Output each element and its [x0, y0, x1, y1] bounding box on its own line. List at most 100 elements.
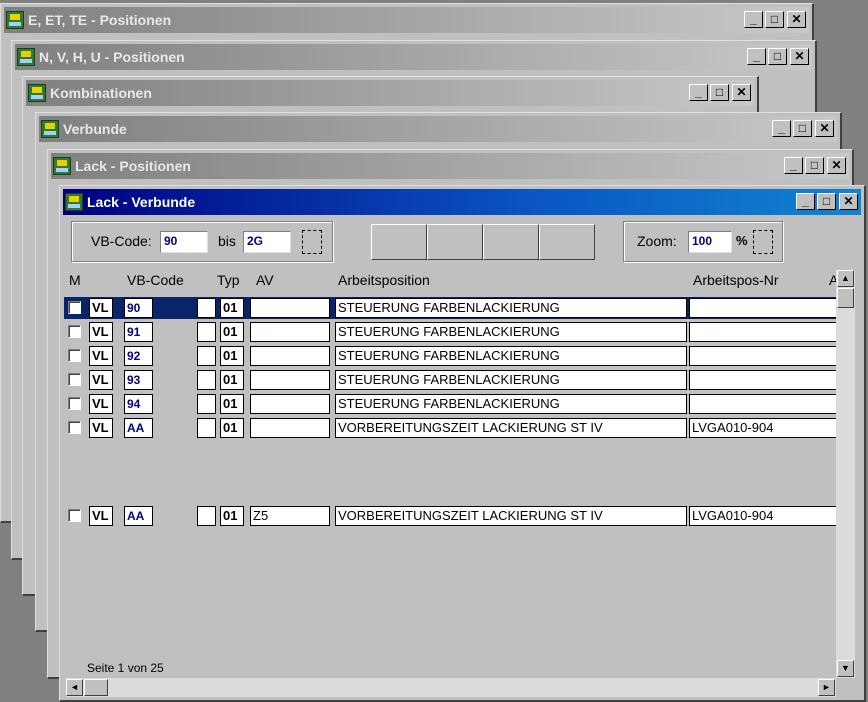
minimize-button[interactable]: _ — [747, 48, 766, 65]
close-button[interactable]: ✕ — [815, 120, 834, 137]
title-bar[interactable]: E, ET, TE - Positionen _ □ ✕ — [4, 7, 809, 33]
cell-av[interactable]: Z5 — [250, 506, 330, 526]
app-icon — [41, 120, 59, 138]
cell-prefix[interactable]: VL — [89, 322, 113, 342]
cell-arbeitsposition[interactable]: STEUERUNG FARBENLACKIERUNG — [335, 394, 687, 414]
cell-prefix[interactable]: VL — [89, 506, 113, 526]
cell-typ[interactable]: 01 — [220, 346, 244, 366]
cell-av[interactable] — [250, 346, 330, 366]
cell-arbeitsposition[interactable]: VORBEREITUNGSZEIT LACKIERUNG ST IV — [335, 506, 687, 526]
cell-typ[interactable]: 01 — [220, 370, 244, 390]
horizontal-scrollbar[interactable]: ◄ ► — [66, 678, 836, 697]
close-button[interactable]: ✕ — [790, 48, 809, 65]
cell-arbeitsposition[interactable]: STEUERUNG FARBENLACKIERUNG — [335, 370, 687, 390]
cell-vb-code[interactable]: 94 — [124, 394, 153, 414]
cell-typ[interactable]: 01 — [220, 506, 244, 526]
cell-arbeitspos-nr[interactable] — [689, 394, 839, 414]
cell-prefix[interactable]: VL — [89, 298, 113, 318]
cell-blank[interactable] — [197, 346, 216, 366]
cell-vb-code[interactable]: AA — [124, 506, 153, 526]
cell-arbeitspos-nr[interactable]: LVGA010-904 — [689, 506, 839, 526]
close-button[interactable]: ✕ — [732, 84, 751, 101]
row-checkbox[interactable] — [68, 397, 81, 410]
maximize-button[interactable]: □ — [793, 120, 812, 137]
cell-vb-code[interactable]: 91 — [124, 322, 153, 342]
row-checkbox[interactable] — [68, 509, 81, 522]
cell-arbeitsposition[interactable]: STEUERUNG FARBENLACKIERUNG — [335, 298, 687, 318]
scroll-right-button[interactable]: ► — [818, 679, 835, 696]
toolbar-button-1[interactable] — [371, 224, 427, 260]
cell-blank[interactable] — [197, 298, 216, 318]
col-header-vb-code: VB-Code — [127, 272, 184, 288]
cell-typ[interactable]: 01 — [220, 298, 244, 318]
maximize-button[interactable]: □ — [768, 48, 787, 65]
minimize-button[interactable]: _ — [772, 120, 791, 137]
toolbar-button-3[interactable] — [483, 224, 539, 260]
cell-typ[interactable]: 01 — [220, 322, 244, 342]
cell-blank[interactable] — [197, 506, 216, 526]
row-checkbox[interactable] — [68, 373, 81, 386]
cell-av[interactable] — [250, 298, 330, 318]
maximize-button[interactable]: □ — [817, 193, 836, 210]
scroll-down-button[interactable]: ▼ — [837, 660, 854, 677]
row-checkbox[interactable] — [68, 349, 81, 362]
minimize-button[interactable]: _ — [689, 84, 708, 101]
title-bar[interactable]: Kombinationen _ □ ✕ — [26, 80, 754, 106]
minimize-button[interactable]: _ — [744, 11, 763, 28]
vb-code-to-input[interactable]: 2G — [243, 231, 291, 253]
cell-blank[interactable] — [197, 370, 216, 390]
row-checkbox[interactable] — [68, 421, 81, 434]
cell-arbeitsposition[interactable]: STEUERUNG FARBENLACKIERUNG — [335, 346, 687, 366]
cell-av[interactable] — [250, 418, 330, 438]
toolbar-button-2[interactable] — [427, 224, 483, 260]
cell-blank[interactable] — [197, 394, 216, 414]
close-button[interactable]: ✕ — [787, 11, 806, 28]
cell-av[interactable] — [250, 394, 330, 414]
cell-arbeitsposition[interactable]: STEUERUNG FARBENLACKIERUNG — [335, 322, 687, 342]
cell-arbeitspos-nr[interactable] — [689, 370, 839, 390]
row-checkbox[interactable] — [68, 301, 81, 314]
cell-av[interactable] — [250, 370, 330, 390]
cell-vb-code[interactable]: 93 — [124, 370, 153, 390]
cell-prefix[interactable]: VL — [89, 370, 113, 390]
cell-arbeitspos-nr[interactable] — [689, 298, 839, 318]
cell-vb-code[interactable]: 90 — [124, 298, 153, 318]
cell-typ[interactable]: 01 — [220, 394, 244, 414]
cell-vb-code[interactable]: 92 — [124, 346, 153, 366]
cell-av[interactable] — [250, 322, 330, 342]
cell-vb-code[interactable]: AA — [124, 418, 153, 438]
title-bar[interactable]: N, V, H, U - Positionen _ □ ✕ — [15, 44, 812, 70]
maximize-button[interactable]: □ — [805, 157, 824, 174]
cell-arbeitsposition[interactable]: VORBEREITUNGSZEIT LACKIERUNG ST IV — [335, 418, 687, 438]
scroll-thumb-h[interactable] — [84, 679, 108, 696]
cell-blank[interactable] — [197, 418, 216, 438]
cell-arbeitspos-nr[interactable] — [689, 322, 839, 342]
cell-arbeitspos-nr[interactable] — [689, 346, 839, 366]
vb-code-from-input[interactable]: 90 — [160, 231, 208, 253]
cell-prefix[interactable]: VL — [89, 346, 113, 366]
minimize-button[interactable]: _ — [784, 157, 803, 174]
vertical-scrollbar[interactable]: ▲ ▼ — [836, 270, 855, 678]
cell-blank[interactable] — [197, 322, 216, 342]
cell-typ[interactable]: 01 — [220, 418, 244, 438]
maximize-button[interactable]: □ — [710, 84, 729, 101]
cell-arbeitspos-nr[interactable]: LVGA010-904 — [689, 418, 839, 438]
minimize-button[interactable]: _ — [796, 193, 815, 210]
scroll-left-button[interactable]: ◄ — [66, 679, 83, 696]
row-checkbox[interactable] — [68, 325, 81, 338]
title-bar[interactable]: Lack - Positionen _ □ ✕ — [51, 153, 849, 179]
title-bar[interactable]: Verbunde _ □ ✕ — [39, 116, 837, 142]
app-icon — [6, 11, 24, 29]
window-lack-verbunde[interactable]: Lack - Verbunde _ □ ✕ — [59, 185, 866, 702]
toolbar-button-4[interactable] — [539, 224, 595, 260]
cell-prefix[interactable]: VL — [89, 418, 113, 438]
title-bar[interactable]: Lack - Verbunde _ □ ✕ — [63, 189, 861, 215]
scroll-up-button[interactable]: ▲ — [837, 270, 854, 287]
zoom-input[interactable]: 100 — [688, 231, 732, 253]
scroll-thumb[interactable] — [837, 288, 854, 308]
close-button[interactable]: ✕ — [839, 193, 858, 210]
zoom-label: Zoom: — [637, 233, 677, 249]
cell-prefix[interactable]: VL — [89, 394, 113, 414]
close-button[interactable]: ✕ — [827, 157, 846, 174]
maximize-button[interactable]: □ — [765, 11, 784, 28]
